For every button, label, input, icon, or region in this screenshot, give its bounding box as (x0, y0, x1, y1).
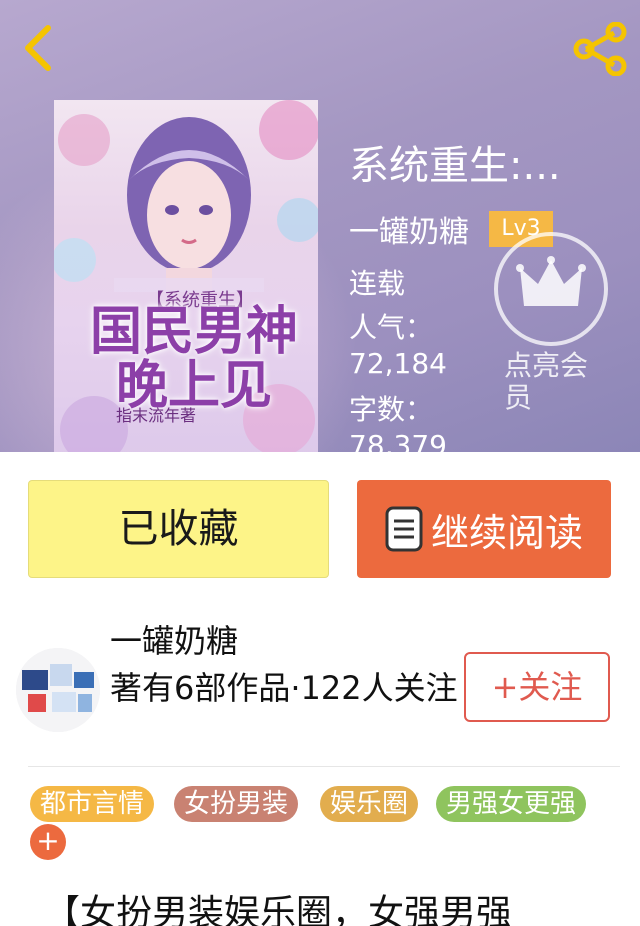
author-stats: 著有6部作品·122人关注 (110, 669, 458, 707)
cover-author-credit: 指末流年著 (116, 402, 196, 426)
back-button[interactable] (14, 18, 64, 78)
tag-urban-romance[interactable]: 都市言情 (30, 786, 155, 822)
serial-status: 连载 (349, 267, 406, 300)
tag-strong-couple[interactable]: 男强女更强 (436, 786, 587, 822)
vip-button[interactable] (494, 232, 608, 346)
word-count-label: 字数： (349, 393, 434, 426)
follow-button[interactable]: +关注 (464, 652, 610, 722)
crown-icon (516, 256, 586, 306)
book-cover[interactable]: 【系统重生】 国民男神 晚上见 指末流年著 (54, 100, 318, 452)
collected-button[interactable]: 已收藏 (28, 480, 329, 578)
popularity-value: 72,184 (349, 347, 447, 380)
book-intro: 【女扮男装娱乐圈，女强男强 (44, 893, 513, 926)
tag-crossdressing[interactable]: 女扮男装 (174, 786, 299, 822)
share-button[interactable] (570, 21, 630, 77)
author-name[interactable]: 一罐奶糖 (349, 207, 469, 251)
vip-label[interactable]: 点亮会员 (504, 350, 614, 414)
chevron-left-icon (25, 25, 51, 71)
avatar-image (16, 648, 100, 732)
popularity-label: 人气： (349, 311, 434, 344)
divider (28, 766, 620, 767)
author-block-name[interactable]: 一罐奶糖 (110, 616, 238, 662)
book-icon (385, 506, 423, 552)
cover-author-name: 指末流年 (116, 406, 181, 425)
share-icon (573, 21, 627, 77)
tag-entertainment[interactable]: 娱乐圈 (320, 786, 419, 822)
book-header: 【系统重生】 国民男神 晚上见 指末流年著 系统重生:... 一罐奶糖 Lv3 … (0, 0, 640, 452)
continue-reading-button[interactable]: 继续阅读 (357, 480, 611, 578)
continue-reading-label: 继续阅读 (430, 510, 583, 555)
book-title: 系统重生:... (349, 143, 561, 189)
cover-author-suffix: 著 (180, 406, 197, 425)
word-count-value: 78,379 (349, 429, 447, 452)
cover-title-line1: 国民男神 (89, 301, 298, 362)
author-avatar[interactable] (16, 648, 100, 732)
add-tag-button[interactable]: + (30, 824, 66, 860)
cover-title: 国民男神 晚上见 (74, 305, 314, 413)
